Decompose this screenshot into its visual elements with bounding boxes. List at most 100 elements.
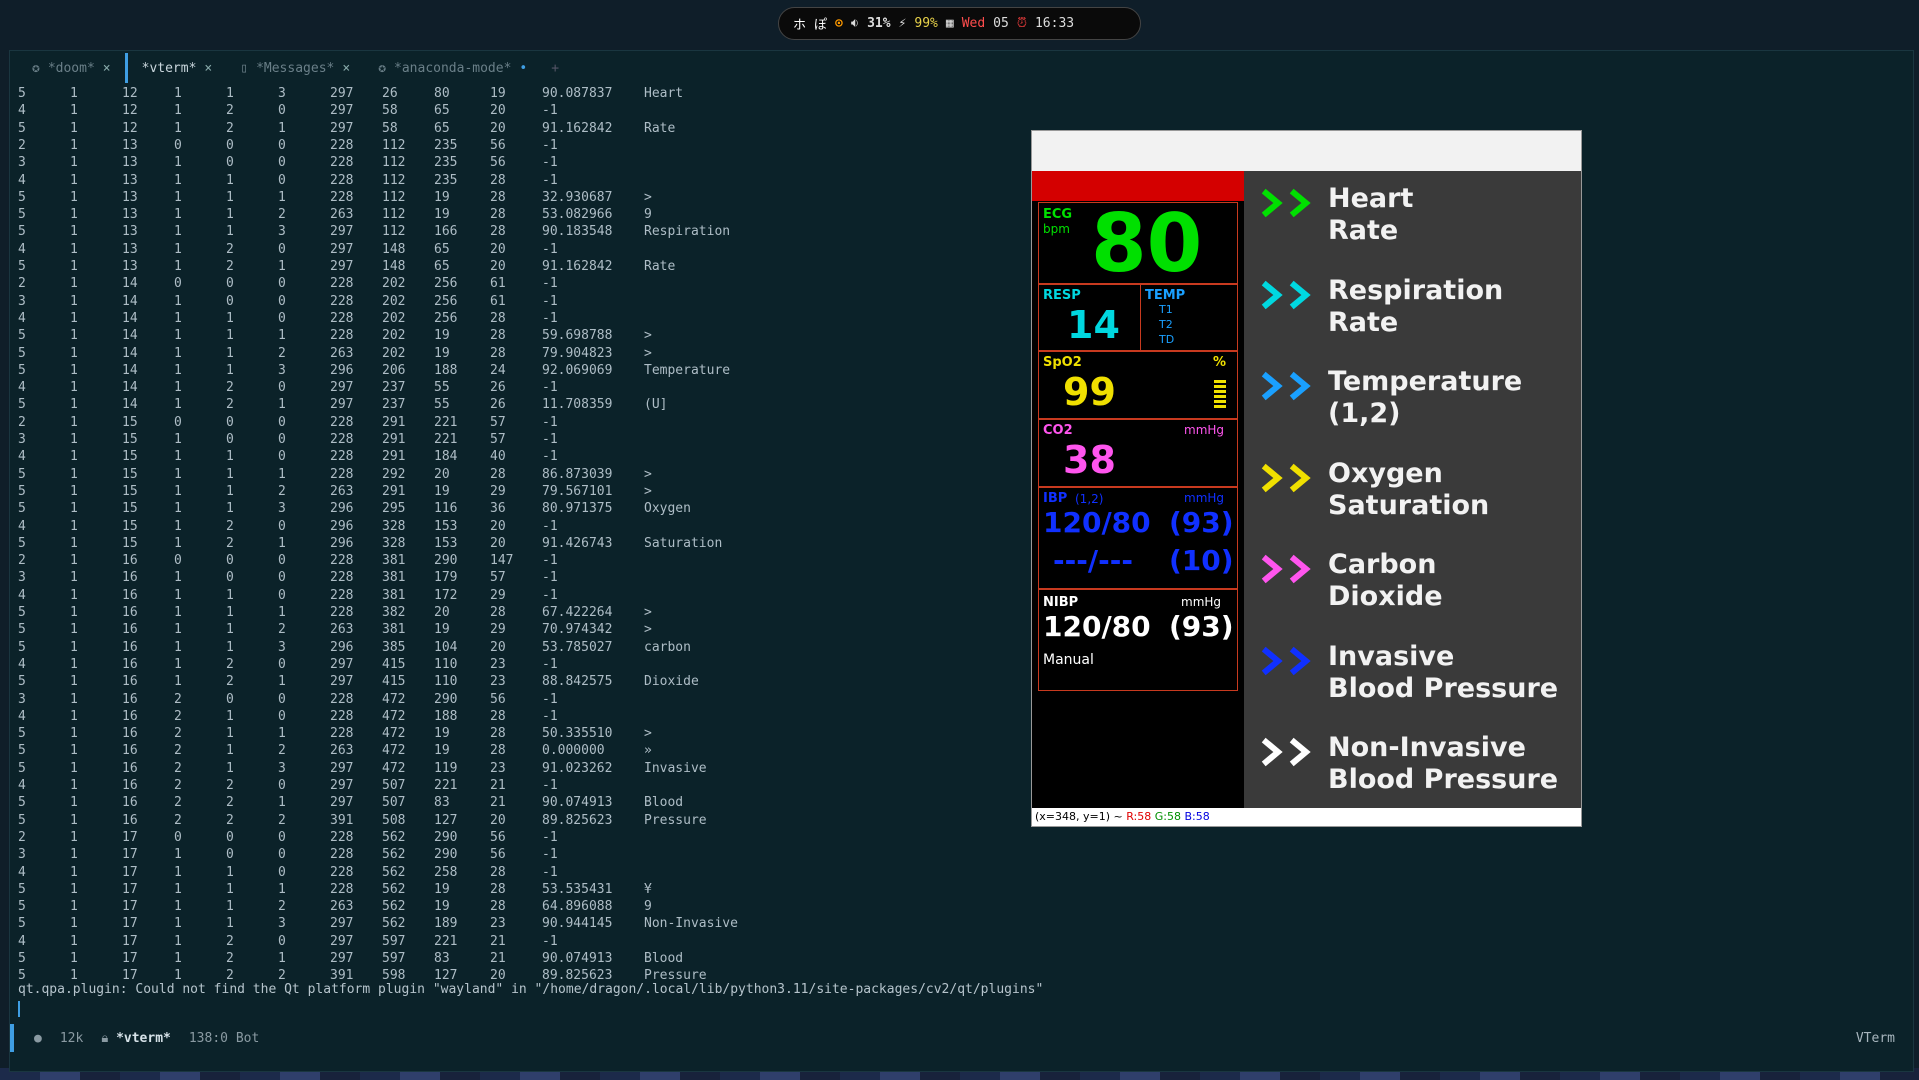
terminal-cell: 13 [122,172,138,188]
terminal-cell: 2 [18,276,26,292]
terminal-cell: 4 [18,380,26,396]
vterm-buffer[interactable]: 5 1 12 1 1 3 297 26 80 19 90.087837 Heart 4 1 12 1 2 0 297… [10,83,1040,1023]
terminal-cell: 20 [490,812,506,828]
terminal-cell: 2 [174,812,182,828]
terminal-cell: 258 [434,864,458,880]
terminal-cell: 28 [490,189,506,205]
terminal-cell: 127 [434,812,458,828]
new-tab-button[interactable]: + [541,53,569,83]
terminal-cell: 16 [122,708,138,724]
terminal-cell: 3 [18,570,26,586]
terminal-cell: 1 [278,120,286,136]
image-window-titlebar[interactable] [1032,131,1581,171]
terminal-cell: -1 [542,829,558,845]
terminal-cell: 1 [70,674,78,690]
terminal-cell: -1 [542,553,558,569]
close-icon[interactable]: × [342,61,350,76]
terminal-cell: 17 [122,829,138,845]
terminal-cell: 19 [434,881,450,897]
terminal-cell: 5 [18,501,26,517]
tab-doom[interactable]: ✪ *doom* × [18,53,125,83]
terminal-cell: 1 [226,501,234,517]
terminal-cell: 2 [18,553,26,569]
terminal-cell: 1 [174,847,182,863]
opencv-image-window[interactable]: ECG bpm 80 RESP 14 TEMP T1 T2 TD SpO2 % … [1031,130,1582,827]
terminal-cell: 1 [70,899,78,915]
terminal-cell: 184 [434,449,458,465]
tab-label: *doom* [47,60,95,76]
terminal-cell: 5 [18,328,26,344]
terminal-cell: 228 [330,172,354,188]
terminal-cell: 228 [330,189,354,205]
resp-label: RESP [1043,288,1081,303]
legend-panel: Heart Rate Respiration Rate Temperature (1,2)… [1252,171,1581,808]
terminal-cell: 26 [382,86,398,101]
calendar-icon[interactable]: ▦ [946,16,954,31]
buffer-name[interactable]: *vterm* [116,1031,171,1046]
terminal-cell: 4 [18,656,26,672]
double-chevron-icon [1261,554,1311,584]
terminal-cell: 263 [330,899,354,915]
terminal-cell: 19 [434,726,450,742]
legend-item: Invasive Blood Pressure [1260,641,1558,705]
major-mode[interactable]: VTerm [1856,1031,1895,1046]
terminal-cell: 0 [278,172,286,188]
status-dot-icon: ● [34,1030,42,1046]
terminal-cell: 91.162842 [542,259,613,274]
terminal-cell: 86.873039 [542,466,613,482]
terminal-cell: 65 [434,103,450,119]
tab-vterm[interactable]: *vterm* × [124,53,227,83]
tab-anaconda-mode[interactable]: ✪ *anaconda-mode* • [364,53,541,83]
terminal-cell: 1 [174,207,182,223]
terminal-cell: 1 [278,795,286,811]
terminal-cell: 1 [70,310,78,326]
terminal-cell: 0 [226,414,234,430]
double-chevron-icon [1261,737,1311,767]
terminal-cell: 1 [226,916,234,932]
terminal-cell: 88.842575 [542,674,613,690]
terminal-cell: 2 [226,380,234,396]
legend-item: Oxygen Saturation [1260,458,1489,522]
ecg-panel: ECG bpm 80 [1038,197,1238,290]
modified-indicator[interactable]: • [519,61,527,76]
co2-label: CO2 [1043,423,1073,438]
terminal-cell: 1 [70,328,78,344]
terminal-cell: 1 [70,881,78,897]
terminal-cell: 291 [382,483,406,499]
terminal-cursor [18,1001,20,1017]
alarm-icon[interactable]: ⏰︎ [1017,16,1027,31]
close-icon[interactable]: × [103,61,111,76]
image-canvas[interactable]: ECG bpm 80 RESP 14 TEMP T1 T2 TD SpO2 % … [1032,171,1581,808]
ime-indicator-1[interactable]: ホ [793,14,806,33]
speaker-icon[interactable]: 🔉︎ [851,16,859,31]
ocr-text-cell: Non-Invasive [644,916,738,932]
legend-item: Carbon Dioxide [1260,549,1443,613]
double-chevron-icon [1261,463,1311,492]
legend-line-1: Invasive [1328,640,1455,672]
terminal-cell: 228 [330,137,354,153]
terminal-cell: 147 [490,553,514,569]
terminal-cell: 17 [122,881,138,897]
rss-icon[interactable]: ⊙ [835,16,843,31]
terminal-cell: 15 [122,483,138,499]
terminal-cell: 3 [278,501,286,517]
terminal-cell: 90.183548 [542,224,613,240]
terminal-cell: 1 [174,432,182,447]
terminal-cell: 5 [18,535,26,551]
terminal-cell: 1 [70,345,78,361]
tab-messages[interactable]: ▯ *Messages* × [226,53,364,83]
terminal-cell: 228 [330,726,354,742]
terminal-cell: 2 [174,743,182,759]
terminal-cell: 391 [330,812,354,828]
terminal-cell: 0 [278,570,286,586]
close-icon[interactable]: × [204,61,212,76]
terminal-cell: 0 [278,103,286,119]
tab-label: *vterm* [141,60,197,76]
ime-indicator-2[interactable]: ぽ [814,14,827,33]
terminal-cell: 112 [382,207,406,223]
terminal-cell: 381 [382,570,406,586]
terminal-cell: 1 [226,86,234,101]
terminal-cell: 4 [18,310,26,326]
terminal-cell: 2 [174,778,182,793]
terminal-cell: 92.069069 [542,362,613,378]
